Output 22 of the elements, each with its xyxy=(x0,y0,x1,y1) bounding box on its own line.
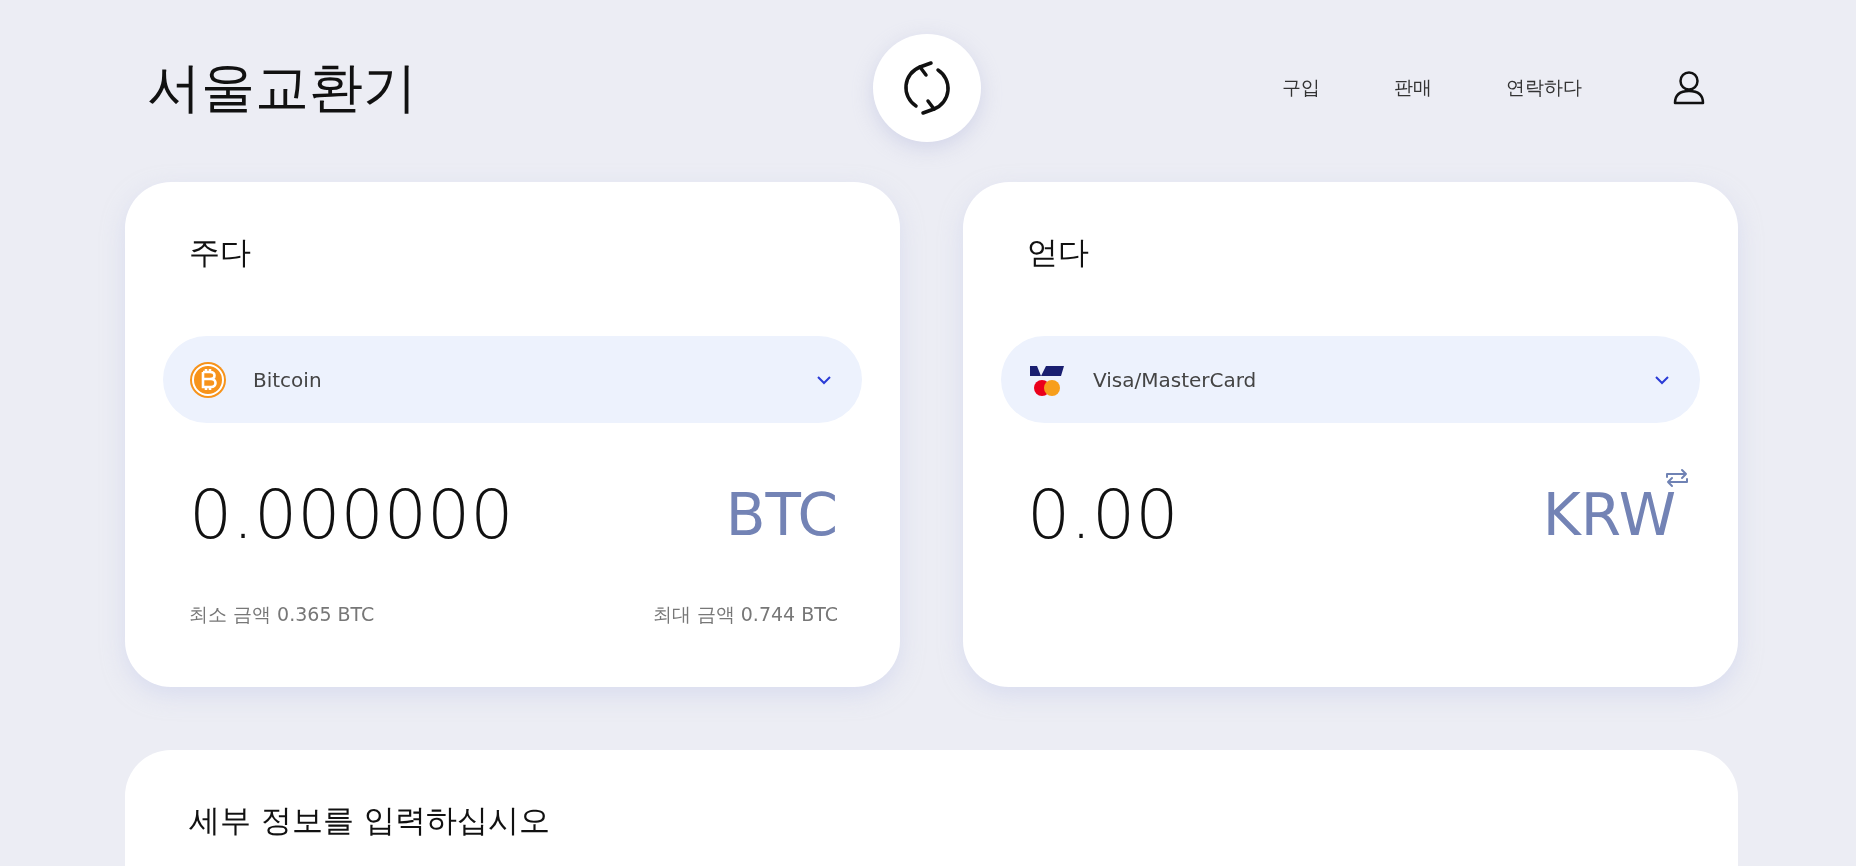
nav-link[interactable]: 구입 xyxy=(1282,75,1320,101)
amount-value: 0.00 xyxy=(1027,475,1179,554)
caret-icon xyxy=(816,374,832,385)
site-title: 서울교환기 xyxy=(146,54,418,121)
currency-dropdown[interactable]: Visa/MasterCard xyxy=(1001,336,1700,423)
currency-name: Visa/MasterCard xyxy=(1093,367,1258,392)
min-amount: 최소 금액 0.365 BTC xyxy=(189,602,375,627)
amount-value: 0.000000 xyxy=(189,475,514,554)
currency-dropdown[interactable]: Bitcoin xyxy=(163,336,862,423)
bitcoin-icon xyxy=(189,360,227,399)
swap-icon[interactable] xyxy=(1664,466,1690,489)
nav-link[interactable]: 판매 xyxy=(1394,75,1432,101)
card-title: 얻다 xyxy=(1026,233,1090,272)
user-icon[interactable] xyxy=(1672,70,1706,106)
details-title: 세부 정보를 입력하십시오 xyxy=(188,801,551,840)
max-amount: 최대 금액 0.744 BTC xyxy=(652,602,838,627)
currency-unit: BTC xyxy=(725,480,838,549)
nav-link[interactable]: 연락하다 xyxy=(1506,75,1582,101)
card-title: 주다 xyxy=(188,233,252,272)
currency-unit: KRW xyxy=(1542,480,1676,549)
caret-icon xyxy=(1654,374,1670,385)
currency-name: Bitcoin xyxy=(253,367,323,392)
